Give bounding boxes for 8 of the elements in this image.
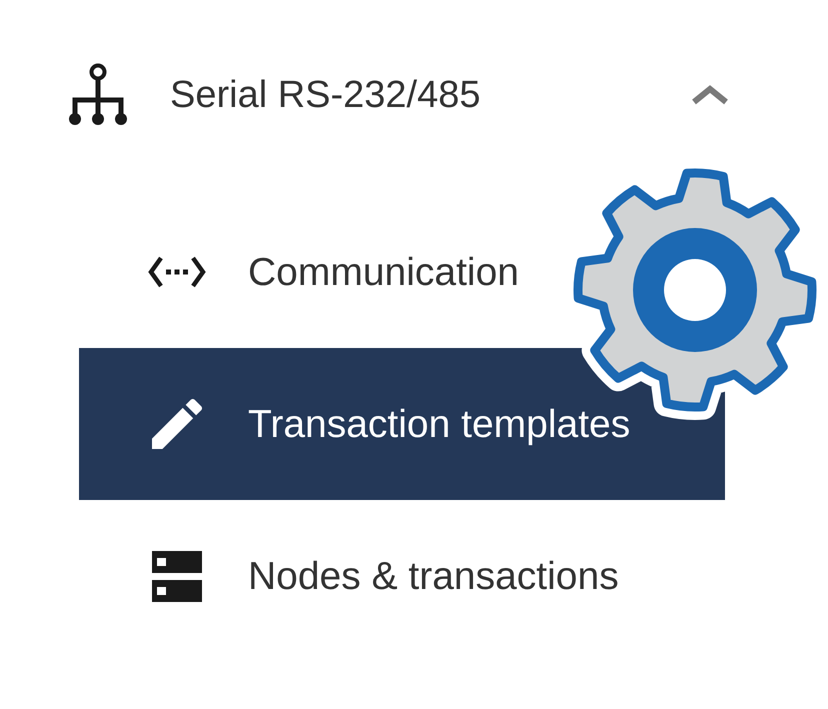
group-title: Serial RS-232/485: [170, 76, 481, 114]
code-brackets-icon: [148, 255, 206, 289]
server-icon: [152, 550, 202, 602]
chevron-up-icon: [691, 85, 729, 105]
collapse-button[interactable]: [690, 83, 730, 107]
pencil-icon: [152, 399, 202, 449]
hierarchy-icon: [67, 63, 129, 127]
menu-item[interactable]: Transaction templates: [79, 348, 725, 500]
